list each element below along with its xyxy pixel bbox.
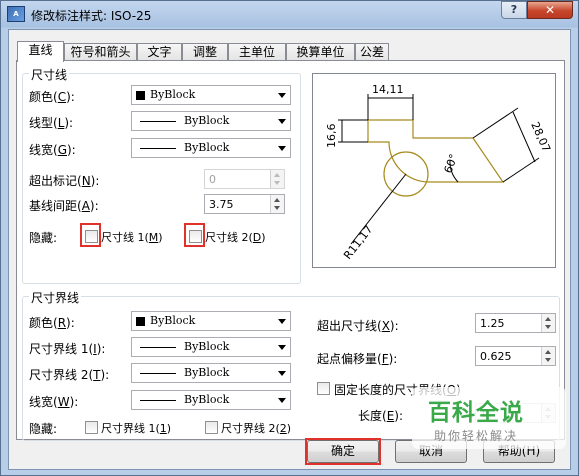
ext-color-dropdown[interactable]: ByBlock — [131, 311, 291, 331]
suppress-dim-line-1-label: 尺寸线 1(M) — [101, 231, 163, 244]
color-swatch — [136, 91, 145, 100]
dim-color-dropdown[interactable]: ByBlock — [131, 85, 291, 105]
preview-part-outline — [367, 119, 505, 183]
baseline-spacing-value: 3.75 — [209, 198, 234, 211]
suppress-ext-line-2-label: 尺寸界线 2(2) — [221, 422, 292, 435]
arrow-down-icon — [274, 181, 280, 185]
baseline-spacing-label: 基线间距(A): — [29, 199, 99, 213]
dim-linetype-value: ByBlock — [184, 114, 230, 127]
tab-tolerances[interactable]: 公差 — [355, 43, 389, 61]
ext1-linetype-dropdown[interactable]: ByBlock — [131, 337, 291, 357]
dim-linetype-dropdown[interactable]: ByBlock — [131, 111, 291, 131]
help-title-button[interactable]: ? — [501, 1, 527, 19]
ext-color-value: ByBlock — [150, 314, 196, 327]
spinner-buttons[interactable] — [541, 347, 555, 365]
highlight-box-dim-1 — [80, 223, 101, 247]
baseline-spacing-spinner[interactable]: 3.75 — [204, 194, 285, 214]
dim-lines-group-title: 尺寸线 — [29, 66, 70, 83]
dropdown-arrow-icon — [278, 398, 286, 403]
fixed-length-checkbox[interactable] — [317, 382, 330, 395]
arrow-up-icon — [545, 317, 551, 321]
dim-lineweight-dropdown[interactable]: ByBlock — [131, 138, 291, 158]
suppress-ext-line-1-checkbox[interactable] — [85, 421, 98, 434]
watermark-logo: 百科全说 助你轻松解决 — [412, 387, 566, 449]
line-sample — [140, 347, 176, 348]
ext2-linetype-dropdown[interactable]: ByBlock — [131, 363, 291, 383]
spinner-buttons[interactable] — [270, 170, 284, 188]
close-button[interactable]: ✕ — [527, 1, 573, 19]
dropdown-arrow-icon — [278, 319, 286, 324]
suppress-ext-label: 隐藏: — [29, 422, 58, 436]
line-sample — [140, 373, 176, 374]
window-title: 修改标注样式: ISO-25 — [31, 9, 152, 23]
dialog-window: A 修改标注样式: ISO-25 ? ✕ 直线 符号和箭头 文字 调整 主单位 … — [0, 0, 579, 476]
watermark-subtitle: 助你轻松解决 — [434, 429, 519, 443]
extend-ticks-spinner[interactable]: 0 — [204, 169, 285, 189]
dropdown-arrow-icon — [278, 119, 286, 124]
ext-lineweight-value: ByBlock — [184, 393, 230, 406]
preview-dim-angle: 60° — [442, 152, 461, 175]
dim-lineweight-label: 线宽(G): — [29, 143, 76, 157]
tab-lines[interactable]: 直线 — [17, 41, 64, 62]
ext2-linetype-value: ByBlock — [184, 366, 230, 379]
line-sample — [140, 121, 176, 122]
offset-label: 起点偏移量(F): — [317, 352, 398, 366]
highlight-box-ok — [305, 438, 381, 465]
ext-color-label: 颜色(R): — [29, 316, 75, 330]
spinner-buttons[interactable] — [541, 314, 555, 332]
arrow-down-icon — [545, 358, 551, 362]
tab-fit[interactable]: 调整 — [182, 43, 228, 61]
dropdown-arrow-icon — [278, 93, 286, 98]
dropdown-arrow-icon — [278, 146, 286, 151]
extend-beyond-label: 超出尺寸线(X): — [317, 319, 399, 333]
extend-ticks-label: 超出标记(N): — [29, 174, 100, 188]
tab-panel-lines: 尺寸线 颜色(C): ByBlock 线型(L): ByBlock 线宽(G):… — [16, 60, 565, 441]
tab-primary-units[interactable]: 主单位 — [228, 43, 286, 61]
tab-text[interactable]: 文字 — [137, 43, 182, 61]
spinner-buttons[interactable] — [270, 195, 284, 213]
offset-spinner[interactable]: 0.625 — [475, 346, 556, 366]
arrow-up-icon — [545, 350, 551, 354]
offset-value: 0.625 — [480, 350, 512, 363]
arrow-up-icon — [274, 198, 280, 202]
suppress-ext-line-1-label: 尺寸界线 1(1) — [101, 422, 172, 435]
preview-dim-right: 28,07 — [528, 120, 553, 154]
color-swatch — [136, 317, 145, 326]
dim-lineweight-value: ByBlock — [184, 141, 230, 154]
watermark-title: 百科全说 — [428, 400, 524, 426]
ext-lineweight-dropdown[interactable]: ByBlock — [131, 390, 291, 410]
suppress-dim-line-2-label: 尺寸线 2(D) — [205, 231, 266, 244]
dropdown-arrow-icon — [278, 345, 286, 350]
extend-beyond-spinner[interactable]: 1.25 — [475, 313, 556, 333]
tab-alternate-units[interactable]: 换算单位 — [286, 43, 355, 61]
preview-dim-top: 14,11 — [372, 83, 404, 96]
dim-color-value: ByBlock — [150, 88, 196, 101]
length-label: 长度(E): — [358, 409, 404, 423]
suppress-ext-line-2-checkbox[interactable] — [205, 421, 218, 434]
preview-drawing: 14,11 16,6 28,07 60° R11,17 — [325, 83, 553, 262]
ext1-linetype-label: 尺寸界线 1(I): — [29, 342, 106, 356]
ext2-linetype-label: 尺寸界线 2(T): — [29, 368, 110, 382]
preview-dim-left: 16,6 — [325, 124, 338, 149]
arrow-down-icon — [274, 206, 280, 210]
line-sample — [140, 148, 176, 149]
tab-symbols-arrows[interactable]: 符号和箭头 — [64, 43, 137, 61]
preview-dim-radius: R11,17 — [341, 223, 375, 262]
extend-ticks-value: 0 — [209, 173, 216, 186]
ext1-linetype-value: ByBlock — [184, 340, 230, 353]
arrow-up-icon — [274, 173, 280, 177]
ext-lineweight-label: 线宽(W): — [29, 395, 79, 409]
arrow-down-icon — [545, 325, 551, 329]
highlight-box-dim-2 — [184, 223, 205, 247]
autocad-app-icon: A — [7, 6, 25, 22]
preview-pane: 14,11 16,6 28,07 60° R11,17 — [312, 73, 556, 268]
ext-lines-group-title: 尺寸界线 — [29, 289, 82, 306]
dim-color-label: 颜色(C): — [29, 90, 75, 104]
dim-linetype-label: 线型(L): — [29, 116, 74, 130]
line-sample — [140, 400, 176, 401]
suppress-dim-label: 隐藏: — [29, 231, 58, 245]
dropdown-arrow-icon — [278, 371, 286, 376]
title-bar[interactable]: A 修改标注样式: ISO-25 ? ✕ — [1, 1, 578, 28]
extend-beyond-value: 1.25 — [480, 317, 505, 330]
